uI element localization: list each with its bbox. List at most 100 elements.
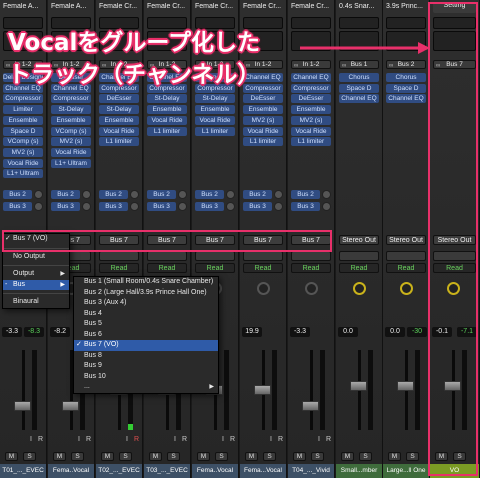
plugin-slot[interactable]: L1 limiter <box>147 126 187 136</box>
plugin-slot[interactable]: DeEsser <box>99 94 139 104</box>
plugin-slot[interactable]: DeEsser <box>291 94 331 104</box>
output-menu-item[interactable]: Output ▶ <box>3 269 69 280</box>
automation-mode[interactable]: Read <box>195 263 235 273</box>
record-enable-button[interactable]: R <box>278 436 283 443</box>
bus-menu-item[interactable]: Bus 3 (Aux 4) <box>74 298 218 309</box>
group-slot[interactable] <box>243 251 283 261</box>
plugin-slot[interactable]: Compressor <box>3 94 43 104</box>
output-menu-item[interactable]: - Bus ▶ <box>3 279 69 290</box>
solo-button[interactable]: S <box>71 452 84 461</box>
automation-mode[interactable]: Read <box>147 263 187 273</box>
fader-handle[interactable] <box>302 401 319 411</box>
solo-button[interactable]: S <box>311 452 324 461</box>
plugin-slot[interactable]: Space D <box>386 83 426 93</box>
plugin-slot[interactable]: MV2 (s) <box>51 137 91 147</box>
plugin-slot[interactable]: Channel EQ <box>386 94 426 104</box>
pan-knob[interactable] <box>305 282 318 295</box>
mute-button[interactable]: M <box>5 452 18 461</box>
mute-button[interactable]: M <box>341 452 354 461</box>
plugin-slot[interactable]: VComp (s) <box>3 137 43 147</box>
plugin-slot[interactable]: Ensemble <box>3 115 43 125</box>
mute-button[interactable]: M <box>388 452 401 461</box>
send-slot[interactable]: Bus 2 <box>147 190 176 199</box>
send-slot[interactable]: Bus 2 <box>51 190 80 199</box>
group-slot[interactable] <box>147 251 187 261</box>
eq-display[interactable] <box>386 17 426 29</box>
input-monitor-button[interactable]: I <box>126 436 128 443</box>
bus-menu-item[interactable]: Bus 4 <box>74 309 218 320</box>
plugin-slot[interactable]: Ensemble <box>99 115 139 125</box>
plugin-slot[interactable]: Vocal Ride <box>51 147 91 157</box>
plugin-slot[interactable]: L1 limiter <box>291 137 331 147</box>
plugin-slot[interactable]: Channel EQ <box>339 94 379 104</box>
solo-button[interactable]: S <box>167 452 180 461</box>
record-enable-button[interactable]: R <box>182 436 187 443</box>
plugin-slot[interactable]: MV2 (s) <box>291 115 331 125</box>
plugin-slot[interactable]: Ensemble <box>243 105 283 115</box>
send-knob[interactable] <box>130 202 139 211</box>
pan-knob[interactable] <box>353 282 366 295</box>
bus-menu-item[interactable]: Bus 5 <box>74 319 218 330</box>
bus-menu-item[interactable]: ... ▶ <box>74 382 218 393</box>
solo-button[interactable]: S <box>263 452 276 461</box>
plugin-slot[interactable]: Vocal Ride <box>3 158 43 168</box>
automation-mode[interactable]: Read <box>339 263 379 273</box>
send-slot[interactable]: Bus 3 <box>3 202 32 211</box>
group-slot[interactable] <box>291 251 331 261</box>
group-slot[interactable] <box>339 251 379 261</box>
plugin-slot[interactable]: Compressor <box>51 94 91 104</box>
plugin-slot[interactable]: Vocal Ride <box>195 115 235 125</box>
input-monitor-button[interactable]: I <box>222 436 224 443</box>
plugin-slot[interactable]: St-Delay <box>195 94 235 104</box>
output-slot[interactable]: Stereo Out <box>386 235 426 245</box>
mute-button[interactable]: M <box>53 452 66 461</box>
input-monitor-button[interactable]: I <box>174 436 176 443</box>
record-enable-button[interactable]: R <box>38 436 43 443</box>
plugin-slot[interactable]: Vocal Ride <box>99 126 139 136</box>
automation-mode[interactable]: Read <box>243 263 283 273</box>
plugin-slot[interactable]: Vocal Ride <box>291 126 331 136</box>
send-knob[interactable] <box>82 190 91 199</box>
solo-button[interactable]: S <box>406 452 419 461</box>
mute-button[interactable]: M <box>293 452 306 461</box>
send-slot[interactable]: Bus 3 <box>291 202 320 211</box>
send-knob[interactable] <box>130 190 139 199</box>
fader-handle[interactable] <box>397 381 414 391</box>
fader-handle[interactable] <box>254 385 271 395</box>
plugin-slot[interactable]: MV2 (s) <box>3 147 43 157</box>
send-knob[interactable] <box>34 202 43 211</box>
send-slot[interactable]: Bus 3 <box>51 202 80 211</box>
bus-menu-item[interactable]: Bus 6 <box>74 330 218 341</box>
automation-mode[interactable]: Read <box>386 263 426 273</box>
plugin-slot[interactable]: L1 limiter <box>243 137 283 147</box>
plugin-slot[interactable]: Ensemble <box>51 115 91 125</box>
mute-button[interactable]: M <box>101 452 114 461</box>
bus-menu-item[interactable]: Bus 1 (Small Room/0.4s Snare Chamber) <box>74 277 218 288</box>
send-slot[interactable]: Bus 2 <box>3 190 32 199</box>
send-knob[interactable] <box>178 190 187 199</box>
send-slot[interactable]: Bus 3 <box>195 202 224 211</box>
plugin-slot[interactable]: Ensemble <box>195 105 235 115</box>
send-knob[interactable] <box>226 202 235 211</box>
solo-button[interactable]: S <box>119 452 132 461</box>
record-enable-button[interactable]: R <box>230 436 235 443</box>
send-knob[interactable] <box>34 190 43 199</box>
bus-menu-item[interactable]: Bus 2 (Large Hall/3.9s Prince Hall One) <box>74 288 218 299</box>
plugin-slot[interactable]: VComp (s) <box>51 126 91 136</box>
plugin-slot[interactable]: L1+ Ultram <box>51 158 91 168</box>
group-slot[interactable] <box>99 251 139 261</box>
pan-knob[interactable] <box>257 282 270 295</box>
send-knob[interactable] <box>322 202 331 211</box>
group-slot[interactable] <box>195 251 235 261</box>
bus-menu-item[interactable]: Bus 8 <box>74 351 218 362</box>
fader-handle[interactable] <box>62 401 79 411</box>
solo-button[interactable]: S <box>215 452 228 461</box>
record-enable-button[interactable]: R <box>134 436 139 443</box>
send-slot[interactable]: Bus 2 <box>291 190 320 199</box>
plugin-slot[interactable]: St-Delay <box>51 105 91 115</box>
mute-button[interactable]: M <box>245 452 258 461</box>
plugin-slot[interactable]: Vocal Ride <box>243 126 283 136</box>
plugin-slot[interactable]: St-Delay <box>147 94 187 104</box>
fader-handle[interactable] <box>14 401 31 411</box>
group-slot[interactable] <box>386 251 426 261</box>
